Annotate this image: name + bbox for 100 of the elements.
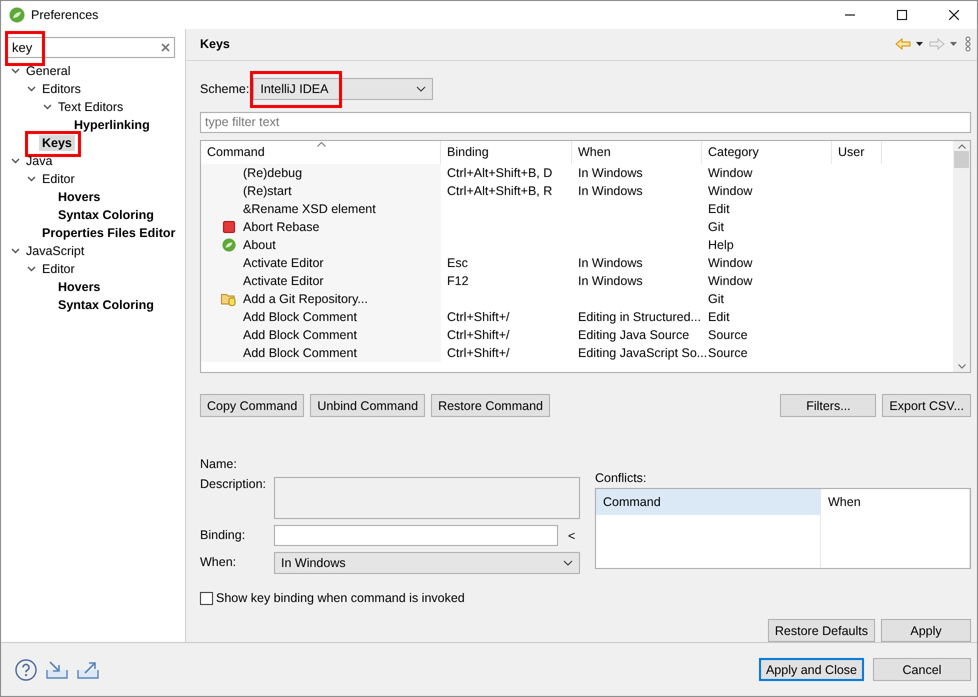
table-cell-text: Ctrl+Shift+/ (446, 344, 511, 362)
column-header[interactable]: User (832, 140, 882, 164)
tree-item[interactable]: Hyperlinking (71, 117, 153, 133)
scrollbar[interactable] (953, 140, 970, 372)
filter-field[interactable]: key (7, 37, 175, 58)
dropdown-icon[interactable] (915, 41, 925, 48)
dialog-button[interactable]: Cancel (873, 658, 971, 681)
more-icon[interactable] (965, 36, 971, 52)
folder-cylinder-icon (221, 292, 237, 306)
table-cell-text: Ctrl+Alt+Shift+B, D (446, 164, 554, 182)
tree-item[interactable]: Java (23, 153, 56, 169)
action-button[interactable]: Unbind Command (310, 394, 426, 417)
collapse-icon[interactable] (26, 86, 36, 92)
column-header[interactable]: Command (596, 489, 820, 515)
column-header[interactable]: When (572, 140, 702, 164)
table-cell-text: In Windows (577, 254, 644, 272)
action-button[interactable]: Filters... (780, 394, 876, 417)
when-dropdown[interactable]: In Windows (274, 552, 580, 574)
scroll-down-icon[interactable] (958, 364, 966, 369)
caret-icon (563, 560, 573, 566)
tree-item[interactable]: JavaScript (23, 243, 88, 259)
field-label: Name: (200, 457, 238, 471)
table-cell-text: Window (707, 182, 754, 200)
scheme-dropdown[interactable]: IntelliJ IDEA (253, 78, 434, 100)
tree-item[interactable]: General (23, 63, 74, 79)
field-label: Binding: (200, 528, 246, 542)
binding-menu-button[interactable]: < (564, 528, 580, 542)
action-button[interactable]: Export CSV... (882, 394, 971, 417)
table-cell: (Re)debug (201, 164, 441, 182)
tree-item[interactable]: Text Editors (55, 99, 126, 115)
scrollbar-thumb[interactable] (954, 150, 969, 168)
tree-item[interactable]: Editor (39, 171, 78, 187)
clear-icon[interactable] (161, 43, 170, 52)
table-cell: Add Block Comment (201, 308, 441, 326)
table-cell-text: Edit (707, 200, 731, 218)
field-label: Scheme: (200, 82, 250, 96)
table-cell-text: Edit (707, 308, 731, 326)
table-cell: (Re)start (201, 182, 441, 200)
leaf-logo-icon (222, 238, 236, 252)
tree-item[interactable]: Hovers (55, 279, 104, 295)
page-title: Keys (200, 37, 231, 52)
table-cell-text: Ctrl+Shift+/ (446, 326, 511, 344)
action-button[interactable]: Apply (881, 619, 971, 642)
tree-item[interactable]: Properties Files Editor (39, 225, 178, 241)
table-cell-text: Esc (446, 254, 469, 272)
column-header[interactable]: Binding (441, 140, 572, 164)
sort-icon (317, 142, 326, 147)
close-icon (949, 10, 959, 20)
action-button[interactable]: Restore Defaults (768, 619, 875, 642)
table-cell-text: Git (707, 290, 725, 308)
import-icon[interactable] (46, 660, 68, 680)
tree-item[interactable]: Keys (39, 135, 75, 151)
tree-item[interactable]: Hovers (55, 189, 104, 205)
action-button[interactable]: Restore Command (431, 394, 550, 417)
table-cell: Activate Editor (201, 272, 441, 290)
table-cell-text: Window (707, 254, 754, 272)
collapse-icon[interactable] (26, 176, 36, 182)
field-label: Conflicts: (595, 471, 646, 485)
table-cell-text: Ctrl+Alt+Shift+B, R (446, 182, 554, 200)
help-icon[interactable] (15, 658, 37, 680)
tree-item[interactable]: Editor (39, 261, 78, 277)
field-label: When: (200, 555, 238, 569)
table-cell-text: Editing Java Source (577, 326, 690, 344)
collapse-icon[interactable] (42, 104, 52, 110)
table-cell-text: Git (707, 218, 725, 236)
column-header[interactable]: Category (702, 140, 832, 164)
collapse-icon[interactable] (10, 248, 20, 254)
stop-icon (223, 220, 235, 233)
leaf-logo-icon (9, 7, 25, 23)
checkbox-label: Show key binding when command is invoked (216, 591, 465, 605)
caret-icon (416, 86, 426, 92)
export-icon[interactable] (77, 660, 99, 680)
filter-field[interactable]: type filter text (200, 112, 971, 133)
action-button[interactable]: Copy Command (200, 394, 304, 417)
tree-item[interactable]: Editors (39, 81, 84, 97)
tree-item[interactable]: Syntax Coloring (55, 207, 157, 223)
table-cell-text: Editing in Structured... (577, 308, 702, 326)
table-cell: Add Block Comment (201, 326, 441, 344)
table-cell: Add Block Comment (201, 344, 441, 362)
table-cell: Activate Editor (201, 254, 441, 272)
scroll-up-icon[interactable] (958, 144, 966, 149)
tree-item[interactable]: Syntax Coloring (55, 297, 157, 313)
table-cell-text: Window (707, 272, 754, 290)
table-cell-text: F12 (446, 272, 470, 290)
table-cell-text: Help (707, 236, 735, 254)
table-cell: About (201, 236, 441, 254)
binding-field[interactable] (274, 525, 558, 546)
checkbox[interactable] (200, 592, 213, 604)
table-cell-text: Ctrl+Shift+/ (446, 308, 511, 326)
table-cell: Abort Rebase (201, 218, 441, 236)
dialog-button[interactable]: Apply and Close (758, 658, 864, 681)
table-cell-text: In Windows (577, 182, 644, 200)
maximize-icon (897, 10, 907, 20)
table-cell-text: In Windows (577, 164, 644, 182)
table-cell-text: In Windows (577, 272, 644, 290)
collapse-icon[interactable] (10, 68, 20, 74)
field-label: Description: (200, 477, 267, 491)
table-cell-text: Window (707, 164, 754, 182)
collapse-icon[interactable] (26, 266, 36, 272)
collapse-icon[interactable] (10, 158, 20, 164)
